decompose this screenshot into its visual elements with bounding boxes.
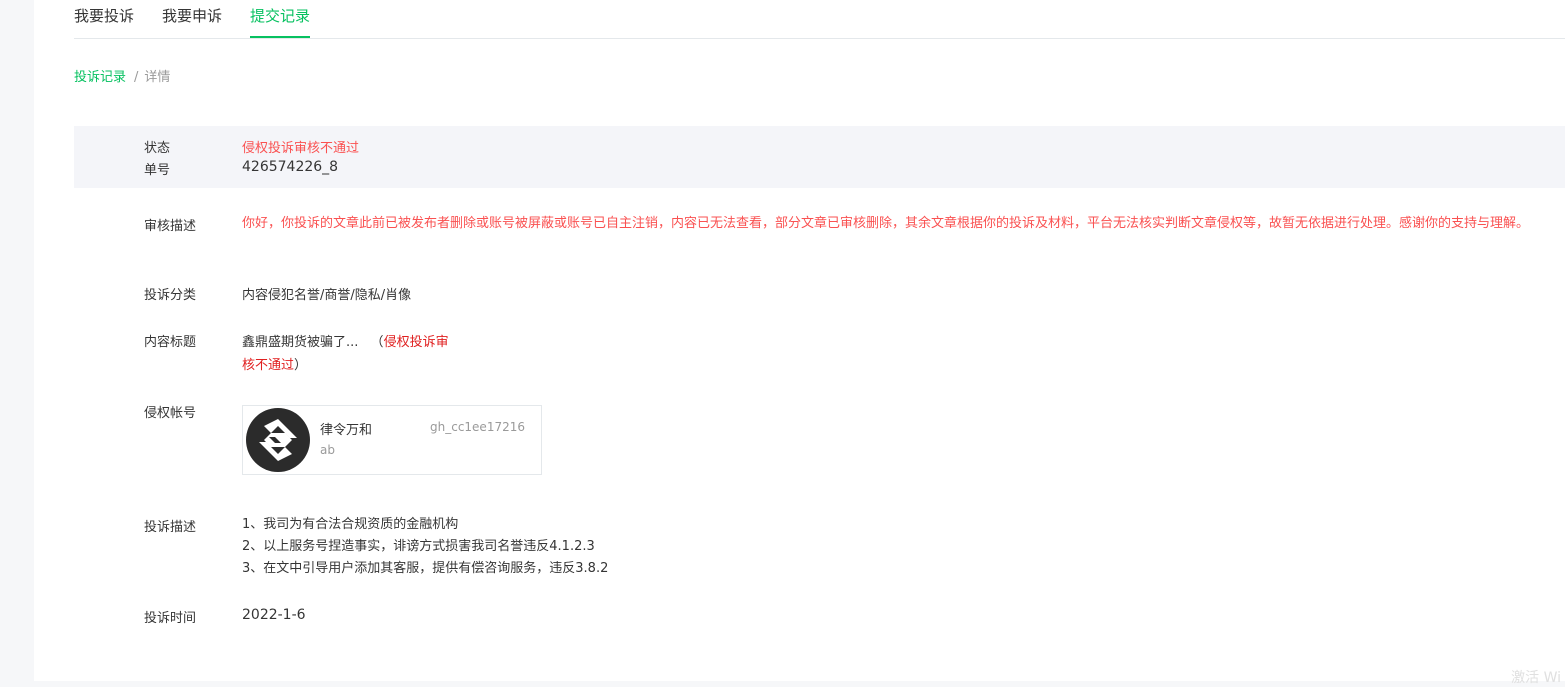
- logo-icon: [245, 407, 311, 473]
- breadcrumb-current: 详情: [144, 70, 171, 85]
- account-id: gh_cc1ee17216: [430, 420, 525, 434]
- complaint-label: 投诉描述: [144, 520, 197, 535]
- number-value: 426574226_8: [242, 159, 339, 175]
- status-box: 状态 侵权投诉审核不通过 单号 426574226_8: [74, 126, 1565, 188]
- category-value: 内容侵犯名誉/商誉/隐私/肖像: [242, 288, 412, 303]
- category-label: 投诉分类: [144, 288, 197, 303]
- status-value: 侵权投诉审核不通过: [242, 141, 360, 156]
- activation-watermark: 激活 Wi: [1511, 670, 1561, 686]
- review-label: 审核描述: [144, 219, 197, 234]
- content-status-line1: 侵权投诉审: [383, 335, 449, 350]
- tab-complain[interactable]: 我要投诉: [74, 6, 134, 37]
- account-name: 律令万和: [320, 423, 373, 438]
- open-paren: （: [370, 335, 384, 350]
- review-text: 你好，你投诉的文章此前已被发布者删除或账号被屏蔽或账号已自主注销，内容已无法查看…: [242, 216, 1530, 231]
- content-title-label: 内容标题: [144, 335, 197, 350]
- account-sub: ab: [320, 443, 335, 457]
- breadcrumb-separator: /: [134, 70, 139, 85]
- content-title-text: 鑫鼎盛期货被骗了...: [242, 335, 359, 350]
- status-label: 状态: [144, 141, 171, 156]
- complaint-line: 1、我司为有合法合规资质的金融机构: [242, 517, 459, 532]
- close-paren: ）: [294, 358, 308, 373]
- breadcrumb: 投诉记录 / 详情: [74, 66, 170, 85]
- tab-appeal[interactable]: 我要申诉: [162, 6, 222, 37]
- tab-bar: 我要投诉 我要申诉 提交记录: [74, 0, 1565, 39]
- breadcrumb-link-records[interactable]: 投诉记录: [74, 70, 126, 85]
- account-label: 侵权帐号: [144, 406, 197, 421]
- time-value: 2022-1-6: [242, 607, 306, 623]
- complaint-line: 3、在文中引导用户添加其客服，提供有偿咨询服务，违反3.8.2: [242, 561, 609, 576]
- tab-records[interactable]: 提交记录: [250, 6, 311, 38]
- content-title-value: 鑫鼎盛期货被骗了... （侵权投诉审 核不通过）: [242, 331, 472, 377]
- number-label: 单号: [144, 163, 171, 178]
- complaint-description: 1、我司为有合法合规资质的金融机构 2、以上服务号捏造事实，诽谤方式损害我司名誉…: [242, 514, 608, 580]
- time-label: 投诉时间: [144, 611, 197, 626]
- complaint-line: 2、以上服务号捏造事实，诽谤方式损害我司名誉违反4.1.2.3: [242, 539, 595, 554]
- content-status-line2: 核不通过: [242, 358, 295, 373]
- account-card[interactable]: 律令万和 gh_cc1ee17216 ab: [242, 405, 542, 475]
- main-panel: 我要投诉 我要申诉 提交记录 投诉记录 / 详情 状态 侵权投诉审核不通过 单号 4…: [34, 0, 1565, 686]
